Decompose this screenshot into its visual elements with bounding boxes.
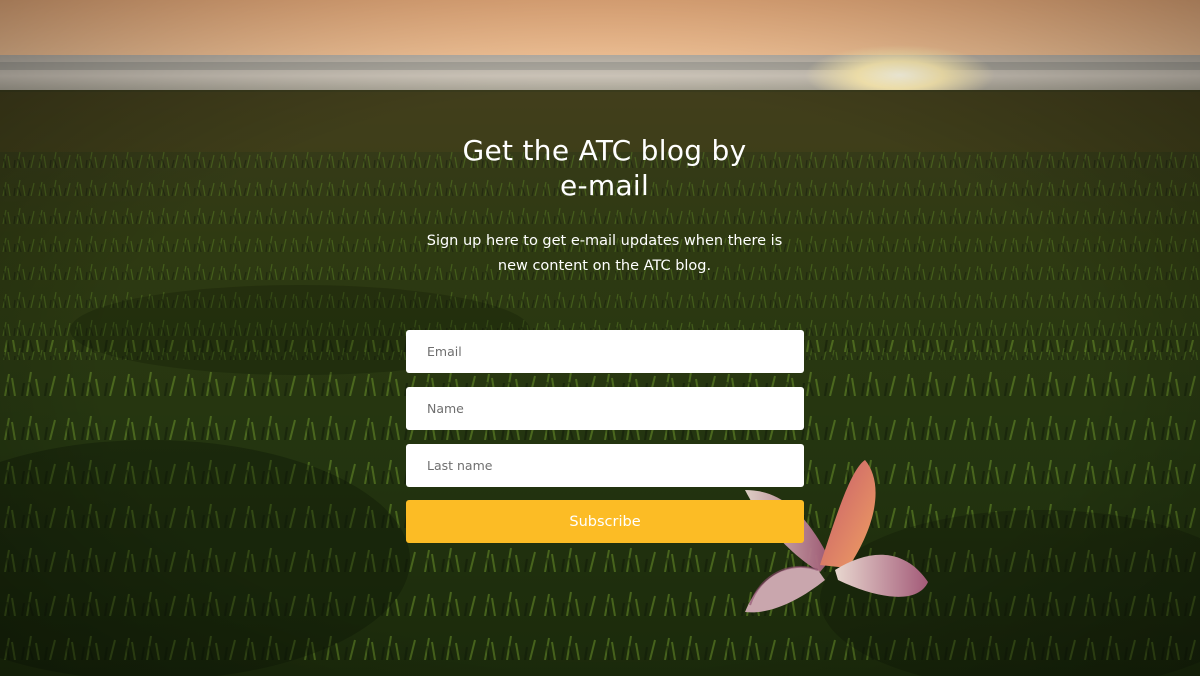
title-line-1: Get the ATC blog by — [462, 134, 747, 167]
description-line-2: new content on the ATC blog. — [497, 258, 712, 274]
last-name-field[interactable] — [406, 444, 804, 487]
signup-form: Get the ATC blog by e-mail Sign up here … — [0, 0, 1200, 676]
page-description: Sign up here to get e-mail updates when … — [390, 229, 819, 279]
description-line-1: Sign up here to get e-mail updates when … — [426, 233, 783, 249]
email-field[interactable] — [406, 330, 804, 373]
title-line-2: e-mail — [559, 169, 650, 202]
subscribe-button[interactable]: Subscribe — [406, 500, 804, 543]
signup-page: Get the ATC blog by e-mail Sign up here … — [0, 0, 1200, 676]
page-title: Get the ATC blog by e-mail — [405, 133, 804, 203]
name-field[interactable] — [406, 387, 804, 430]
